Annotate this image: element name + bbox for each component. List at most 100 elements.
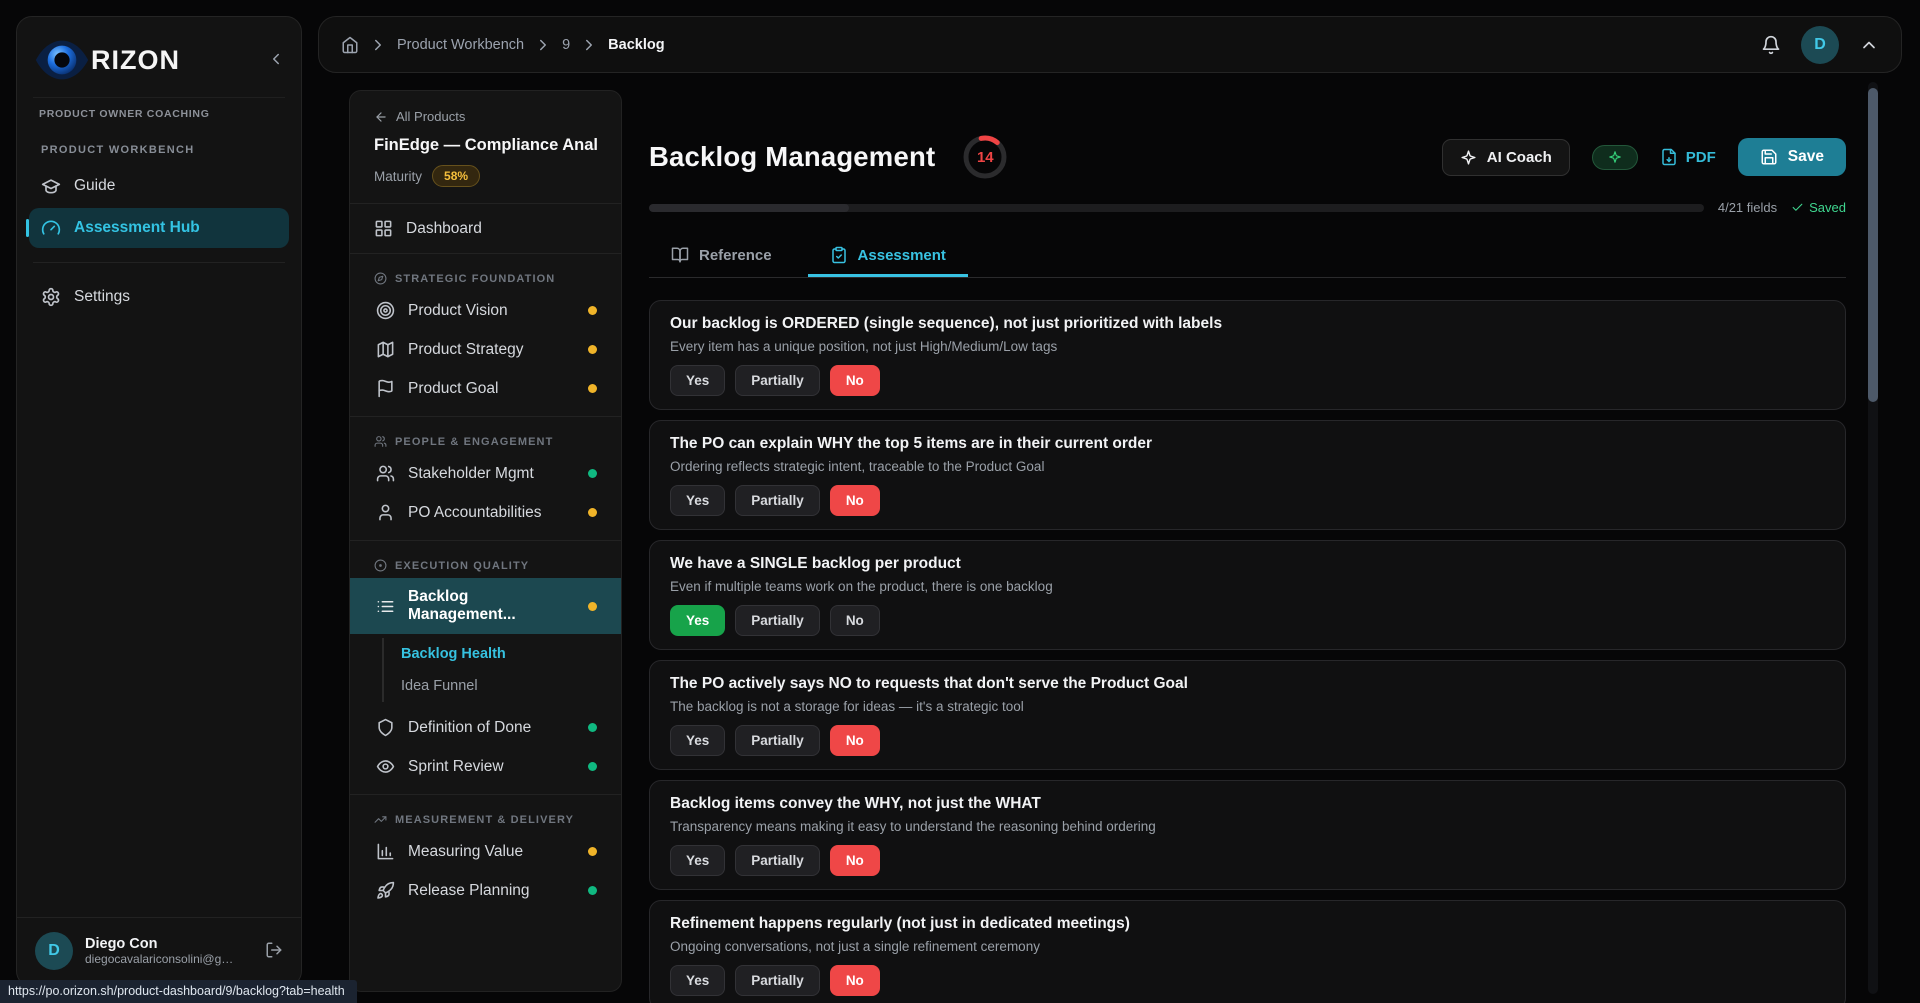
compass-icon <box>374 272 387 285</box>
answer-yes-button[interactable]: Yes <box>670 605 725 636</box>
tab-reference[interactable]: Reference <box>649 233 794 277</box>
nav-item-definition-of-done[interactable]: Definition of Done <box>350 708 621 747</box>
trending-up-icon <box>374 813 387 826</box>
nav-item-label: Stakeholder Mgmt <box>408 465 534 483</box>
answer-partially-button[interactable]: Partially <box>735 725 820 756</box>
sidebar-item-guide[interactable]: Guide <box>29 166 289 206</box>
nav-section-label: EXECUTION QUALITY <box>350 549 621 578</box>
answer-yes-button[interactable]: Yes <box>670 485 725 516</box>
sidebar-collapse-button[interactable] <box>267 50 285 71</box>
breadcrumb-separator-icon <box>369 36 387 54</box>
nav-section-execution-quality: EXECUTION QUALITY Backlog Management... … <box>350 540 621 794</box>
answer-group: Yes Partially No <box>670 365 1825 396</box>
answer-group: Yes Partially No <box>670 845 1825 876</box>
tab-bar: Reference Assessment <box>649 233 1846 278</box>
nav-item-product-strategy[interactable]: Product Strategy <box>350 330 621 369</box>
user-email: diegocavalariconsolini@gmail.... <box>85 952 237 966</box>
shield-icon <box>376 718 395 737</box>
grid-icon <box>374 219 393 238</box>
user-icon <box>376 503 395 522</box>
circle-dot-icon <box>374 559 387 572</box>
answer-partially-button[interactable]: Partially <box>735 605 820 636</box>
nav-subitem-backlog-health[interactable]: Backlog Health <box>384 638 621 670</box>
ai-coach-label: AI Coach <box>1487 149 1552 166</box>
status-dot-green <box>588 762 597 771</box>
primary-sidebar: RIZON PRODUCT OWNER COACHING PRODUCT WOR… <box>16 16 302 987</box>
answer-yes-button[interactable]: Yes <box>670 965 725 996</box>
avatar[interactable]: D <box>35 932 73 970</box>
nav-item-backlog-management[interactable]: Backlog Management... <box>350 578 621 634</box>
nav-subitem-idea-funnel[interactable]: Idea Funnel <box>384 670 621 702</box>
nav-item-sprint-review[interactable]: Sprint Review <box>350 747 621 786</box>
answer-yes-button[interactable]: Yes <box>670 845 725 876</box>
file-pdf-icon <box>1660 148 1678 166</box>
book-open-icon <box>671 246 689 264</box>
nav-subitems: Backlog HealthIdea Funnel <box>382 638 621 702</box>
user-footer: D Diego Con diegocavalariconsolini@gmail… <box>17 917 301 986</box>
question-subtitle: Transparency means making it easy to und… <box>670 819 1825 834</box>
topbar-right: D <box>1761 26 1879 64</box>
tab-assessment[interactable]: Assessment <box>808 233 968 277</box>
arrow-left-icon <box>374 110 388 124</box>
list-icon <box>376 597 395 616</box>
sidebar-item-label: Assessment Hub <box>74 219 200 237</box>
saved-label-text: Saved <box>1809 200 1846 215</box>
title-row: Backlog Management 14 AI Coach PDF Sav <box>649 132 1846 182</box>
answer-partially-button[interactable]: Partially <box>735 965 820 996</box>
ai-toggle[interactable] <box>1592 145 1638 170</box>
nav-item-dashboard[interactable]: Dashboard <box>350 203 621 253</box>
chevron-up-icon[interactable] <box>1859 35 1879 55</box>
logout-button[interactable] <box>265 941 283 962</box>
save-button[interactable]: Save <box>1738 138 1846 176</box>
nav-section-label: MEASUREMENT & DELIVERY <box>350 803 621 832</box>
status-dot-yellow <box>588 384 597 393</box>
question-card: Our backlog is ORDERED (single sequence)… <box>649 300 1846 410</box>
nav-item-measuring-value[interactable]: Measuring Value <box>350 832 621 871</box>
breadcrumb-9[interactable]: 9 <box>562 37 570 53</box>
nav-section-label-text: STRATEGIC FOUNDATION <box>395 273 555 285</box>
answer-partially-button[interactable]: Partially <box>735 365 820 396</box>
question-subtitle: Even if multiple teams work on the produ… <box>670 579 1825 594</box>
all-products-link[interactable]: All Products <box>374 109 597 124</box>
question-title: Our backlog is ORDERED (single sequence)… <box>670 315 1825 333</box>
answer-no-button[interactable]: No <box>830 485 880 516</box>
sidebar-item-settings[interactable]: Settings <box>29 277 289 317</box>
ai-coach-button[interactable]: AI Coach <box>1442 139 1570 176</box>
answer-no-button[interactable]: No <box>830 965 880 996</box>
answer-partially-button[interactable]: Partially <box>735 485 820 516</box>
nav-item-product-vision[interactable]: Product Vision <box>350 291 621 330</box>
nav-section-label-text: MEASUREMENT & DELIVERY <box>395 814 574 826</box>
answer-no-button[interactable]: No <box>830 605 880 636</box>
gauge-icon <box>41 218 61 238</box>
scrollbar-thumb[interactable] <box>1868 88 1878 402</box>
sidebar-section-label: PRODUCT WORKBENCH <box>17 126 301 164</box>
pdf-button[interactable]: PDF <box>1660 148 1716 166</box>
answer-group: Yes Partially No <box>670 725 1825 756</box>
answer-no-button[interactable]: No <box>830 725 880 756</box>
nav-item-product-goal[interactable]: Product Goal <box>350 369 621 408</box>
answer-yes-button[interactable]: Yes <box>670 725 725 756</box>
maturity-label: Maturity <box>374 169 422 184</box>
save-progress-row: 4/21 fields Saved <box>649 200 1846 215</box>
home-icon[interactable] <box>341 36 359 54</box>
bell-icon[interactable] <box>1761 35 1781 55</box>
target-icon <box>376 301 395 320</box>
graduation-cap-icon <box>41 176 61 196</box>
nav-item-label: Release Planning <box>408 882 530 900</box>
nav-item-po-accountabilities[interactable]: PO Accountabilities <box>350 493 621 532</box>
sidebar-item-assessment-hub[interactable]: Assessment Hub <box>29 208 289 248</box>
question-title: Refinement happens regularly (not just i… <box>670 915 1825 933</box>
dashboard-label: Dashboard <box>406 220 482 238</box>
nav-section-strategic-foundation: STRATEGIC FOUNDATION Product Vision Prod… <box>350 253 621 416</box>
topbar-avatar[interactable]: D <box>1801 26 1839 64</box>
answer-partially-button[interactable]: Partially <box>735 845 820 876</box>
nav-item-stakeholder-mgmt[interactable]: Stakeholder Mgmt <box>350 454 621 493</box>
breadcrumb-backlog[interactable]: Backlog <box>608 37 664 53</box>
answer-no-button[interactable]: No <box>830 845 880 876</box>
answer-no-button[interactable]: No <box>830 365 880 396</box>
rocket-icon <box>376 881 395 900</box>
topbar: Product Workbench 9 Backlog D <box>318 16 1902 73</box>
answer-yes-button[interactable]: Yes <box>670 365 725 396</box>
breadcrumb-product-workbench[interactable]: Product Workbench <box>397 37 524 53</box>
nav-item-release-planning[interactable]: Release Planning <box>350 871 621 910</box>
